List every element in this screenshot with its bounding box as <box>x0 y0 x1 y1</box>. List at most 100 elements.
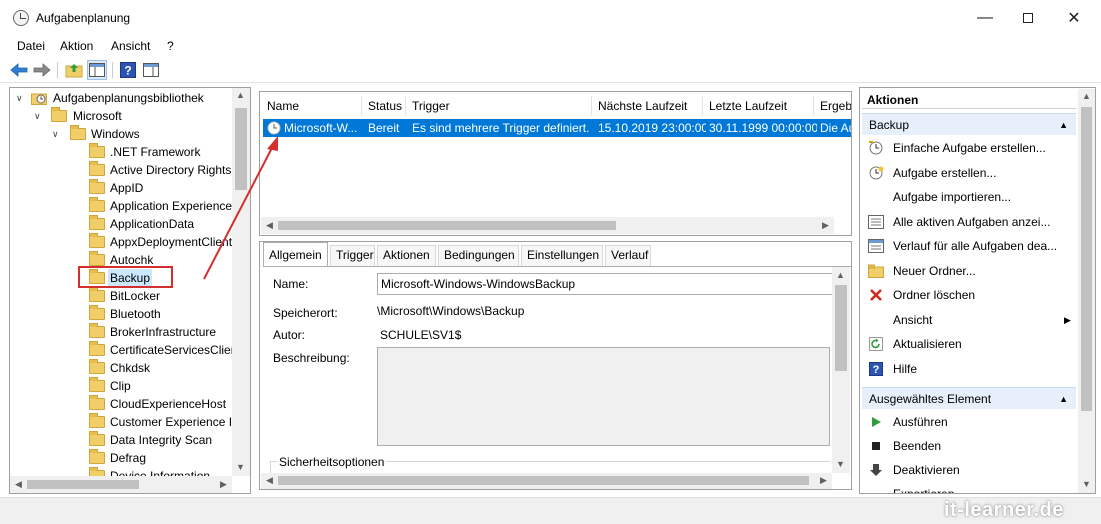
refresh-icon <box>868 337 884 351</box>
tree-folder-item[interactable]: Data Integrity Scan <box>14 431 232 449</box>
action-label: Exportieren... <box>893 487 965 494</box>
show-tree-icon[interactable] <box>87 60 107 80</box>
column-result[interactable]: Ergeb <box>814 96 851 116</box>
task-horizontal-scrollbar[interactable]: ◀ ▶ <box>261 217 834 234</box>
history-icon <box>868 239 884 253</box>
collapse-icon[interactable]: ∨ <box>16 89 26 107</box>
detail-vertical-scrollbar[interactable]: ▲ ▼ <box>832 267 850 473</box>
task-result: Die Au <box>820 121 852 135</box>
tree-folder-label: CertificateServicesClien <box>110 343 238 357</box>
column-trigger[interactable]: Trigger <box>406 96 592 116</box>
detail-hscroll-thumb[interactable] <box>278 476 809 485</box>
description-field[interactable] <box>377 347 830 446</box>
tree-folder-item[interactable]: CertificateServicesClien <box>14 341 237 359</box>
section-backup-label: Backup <box>869 118 910 132</box>
column-status[interactable]: Status <box>362 96 406 116</box>
up-folder-icon[interactable] <box>64 60 84 80</box>
tree-microsoft-label: Microsoft <box>73 109 122 123</box>
action-item[interactable]: Aktualisieren <box>868 333 1073 355</box>
column-name[interactable]: Name <box>261 96 362 116</box>
actions-vertical-scrollbar[interactable]: ▲ ▼ <box>1078 89 1095 493</box>
tree-folder-item[interactable]: CloudExperienceHost <box>14 395 232 413</box>
task-hscroll-thumb[interactable] <box>278 221 616 230</box>
action-item[interactable]: Ausführen <box>868 411 1073 433</box>
menu-aktion[interactable]: Aktion <box>60 39 93 53</box>
tree-root[interactable]: ∨ Aufgabenplanungsbibliothek <box>14 89 234 107</box>
action-item[interactable]: Ansicht ▶ <box>868 309 1073 331</box>
column-next-run[interactable]: Nächste Laufzeit <box>592 96 703 116</box>
action-item[interactable]: Exportieren... <box>868 483 1073 494</box>
menu-help[interactable]: ? <box>167 39 174 53</box>
action-item[interactable]: Neuer Ordner... <box>868 260 1073 282</box>
name-field[interactable]: Microsoft-Windows-WindowsBackup <box>377 273 837 295</box>
tree-folder-item[interactable]: Chkdsk <box>14 359 232 377</box>
task-next-run: 15.10.2019 23:00:00 <box>598 121 706 135</box>
security-options-label: Sicherheitsoptionen <box>277 455 387 469</box>
folder-icon <box>89 449 105 464</box>
menu-datei[interactable]: Datei <box>17 39 45 53</box>
tree-folder-item[interactable]: Bluetooth <box>14 305 232 323</box>
close-button[interactable]: ✕ <box>1051 0 1097 36</box>
action-label: Einfache Aufgabe erstellen... <box>893 141 1046 155</box>
section-selected-label: Ausgewähltes Element <box>869 392 992 406</box>
column-last-run[interactable]: Letzte Laufzeit <box>703 96 814 116</box>
tree-hscroll-thumb[interactable] <box>27 480 139 489</box>
detail-scroll-thumb[interactable] <box>835 285 847 371</box>
task-name: Microsoft-W... <box>284 121 358 135</box>
folder-icon <box>89 215 105 230</box>
section-selected-item[interactable]: Ausgewähltes Element ▲ <box>862 387 1076 409</box>
forward-icon[interactable] <box>32 60 52 80</box>
action-label: Alle aktiven Aufgaben anzei... <box>893 214 1051 229</box>
highlight-box <box>78 266 173 288</box>
tab-verlauf[interactable]: Verlauf <box>605 245 651 266</box>
tree-folder-label: AppID <box>110 181 144 195</box>
action-item[interactable]: Aufgabe importieren... <box>868 186 1073 208</box>
folder-icon <box>89 341 105 356</box>
collapse-icon[interactable]: ∨ <box>34 107 44 125</box>
collapse-icon[interactable]: ∨ <box>52 125 62 143</box>
action-label: Verlauf für alle Aufgaben dea... <box>893 239 1058 253</box>
action-item[interactable]: Alle aktiven Aufgaben anzei... <box>868 211 1073 233</box>
collapse-up-icon[interactable]: ▲ <box>1059 388 1068 410</box>
author-value: SCHULE\SV1$ <box>380 328 462 342</box>
tree-folder-item[interactable]: BrokerInfrastructure <box>14 323 232 341</box>
actions-pane: Aktionen Backup ▲ Einfache Aufgabe erste… <box>859 87 1096 494</box>
tree-folder-item[interactable]: Customer Experience In <box>14 413 239 431</box>
tab-einstellungen[interactable]: Einstellungen <box>521 245 603 266</box>
tree-folder-item[interactable]: Clip <box>14 377 232 395</box>
new-folder-icon <box>868 264 884 278</box>
tree-horizontal-scrollbar[interactable]: ◀ ▶ <box>10 476 232 493</box>
action-item[interactable]: Beenden <box>868 435 1073 457</box>
action-item[interactable]: ? Hilfe <box>868 358 1073 380</box>
action-item[interactable]: Einfache Aufgabe erstellen... <box>868 137 1073 159</box>
tree-windows-label: Windows <box>91 127 140 141</box>
help-icon[interactable]: ? <box>118 60 138 80</box>
toolbar: ? <box>0 57 1101 83</box>
menu-ansicht[interactable]: Ansicht <box>111 39 150 53</box>
create-task-icon <box>868 166 884 180</box>
description-label: Beschreibung: <box>273 351 350 365</box>
action-item[interactable]: Ordner löschen <box>868 284 1073 306</box>
submenu-arrow-icon: ▶ <box>1064 314 1071 325</box>
collapse-up-icon[interactable]: ▲ <box>1059 114 1068 136</box>
action-item[interactable]: Aufgabe erstellen... <box>868 162 1073 184</box>
tree-folder-label: BrokerInfrastructure <box>110 325 217 339</box>
actions-scroll-thumb[interactable] <box>1081 107 1092 411</box>
tab-bedingungen[interactable]: Bedingungen <box>438 245 519 266</box>
detail-horizontal-scrollbar[interactable]: ◀ ▶ <box>261 473 832 489</box>
back-icon[interactable] <box>9 60 29 80</box>
task-row[interactable]: Microsoft-W... Bereit Es sind mehrere Tr… <box>263 119 851 137</box>
tab-trigger[interactable]: Trigger <box>330 245 375 266</box>
action-item[interactable]: Verlauf für alle Aufgaben dea... <box>868 235 1073 257</box>
tree-microsoft[interactable]: ∨ Microsoft <box>14 107 234 125</box>
folder-icon <box>89 377 105 392</box>
action-item[interactable]: Deaktivieren <box>868 459 1073 481</box>
maximize-button[interactable] <box>1005 0 1051 36</box>
minimize-button[interactable]: — <box>962 0 1008 36</box>
section-backup[interactable]: Backup ▲ <box>862 113 1076 135</box>
tree-folder-label: Defrag <box>110 451 147 465</box>
show-action-pane-icon[interactable] <box>141 60 161 80</box>
tab-aktionen[interactable]: Aktionen <box>377 245 436 266</box>
menu-bar: Datei Aktion Ansicht ? <box>0 36 1101 56</box>
tree-folder-item[interactable]: Defrag <box>14 449 232 467</box>
